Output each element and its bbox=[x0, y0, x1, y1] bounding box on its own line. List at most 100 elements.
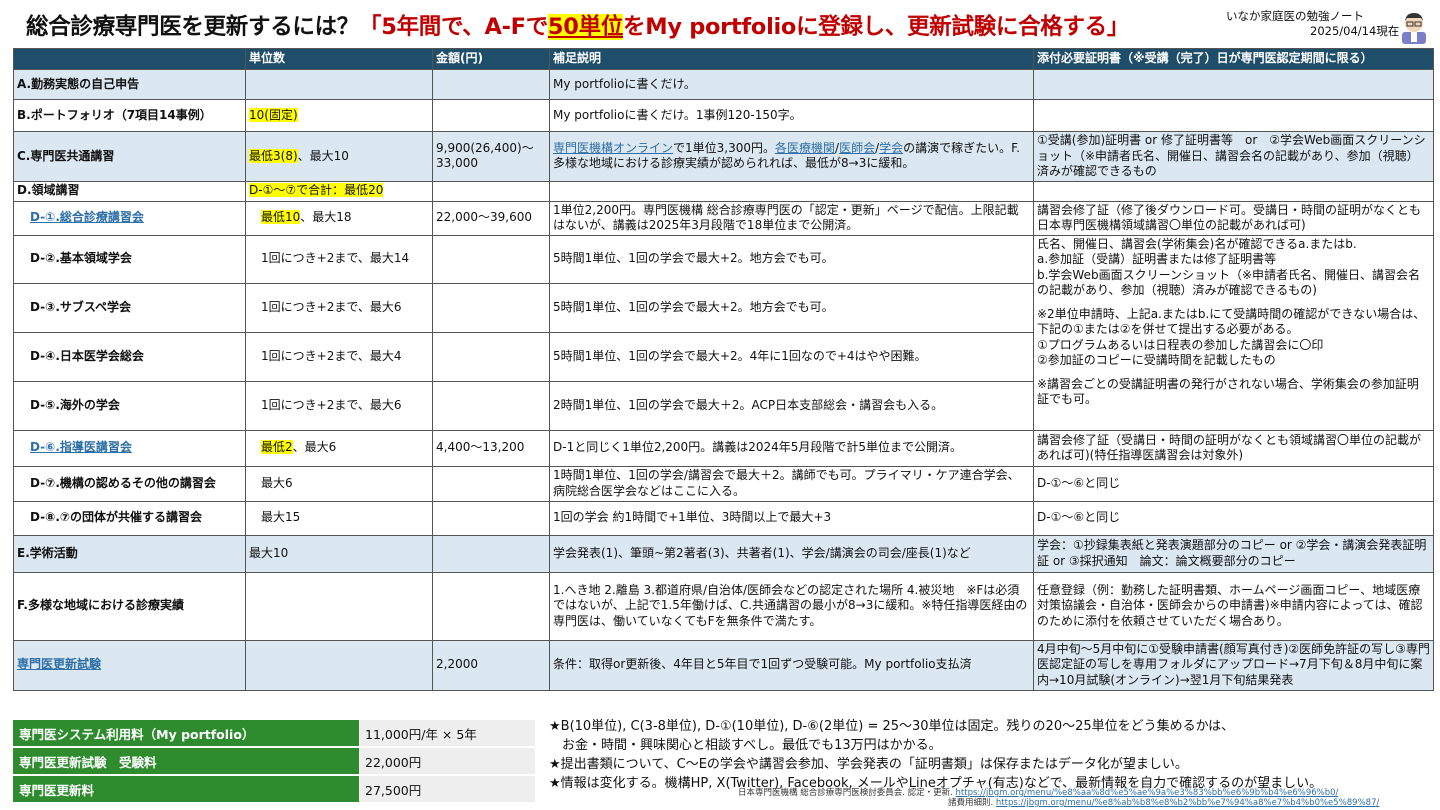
row-d8-name: D-⑧.⑦の団体が共催する講習会 bbox=[13, 500, 246, 536]
link-jmsb-online[interactable]: 専門医機構オンライン bbox=[553, 141, 673, 155]
fee-value: 27,500円 bbox=[359, 775, 535, 804]
row-exam-note: 条件：取得or更新後、4年目と5年目で1回ずつ受験可能。My portfolio… bbox=[549, 639, 1034, 691]
link-academic-society[interactable]: 学会 bbox=[879, 141, 903, 155]
row-d2-note: 5時間1単位、1回の学会で最大+2。地方会でも可。 bbox=[549, 234, 1034, 284]
row-c-note: 専門医機構オンラインで1単位3,300円。各医療機関/医師会/学会の講演で稼ぎた… bbox=[549, 131, 1034, 182]
row-d: D.領域講習 D-①～⑦で合計：最低20 bbox=[13, 180, 1434, 202]
source-1-label: 日本専門医機構 総合診療専門医検討委員会. 認定・更新. bbox=[738, 788, 953, 798]
source-2-link[interactable]: https://jbgm.org/menu/%e8%ab%b8%e8%b2%bb… bbox=[996, 798, 1379, 808]
site-name: いなか家庭医の勉強ノート bbox=[1226, 9, 1364, 23]
row-d2: D-②.基本領域学会 1回につき+2まで、最大14 5時間1単位、1回の学会で最… bbox=[13, 234, 1434, 431]
row-d5-note: 2時間1単位、1回の学会で最大＋2。ACP日本支部総会・講習会も入る。 bbox=[549, 380, 1034, 431]
row-d5-name: D-⑤.海外の学会 bbox=[13, 380, 246, 431]
row-d7-note: 1時間1単位、1回の学会/講習会で最大＋2。講師でも可。プライマリ・ケア連合学会… bbox=[549, 465, 1034, 502]
fee-row: 専門医更新料 27,500円 bbox=[13, 775, 535, 804]
row-a: A.勤務実態の自己申告 My portfolioに書くだけ。 bbox=[13, 69, 1434, 100]
row-e: E.学術活動 最大10 学会発表(1)、筆頭~第2著者(3)、共著者(1)、学会… bbox=[13, 534, 1434, 573]
page-title: 総合診療専門医を更新するには？「5年間で、A-Fで50単位をMy portfol… bbox=[26, 9, 1129, 41]
col-header-price: 金額(円) bbox=[432, 48, 550, 70]
col-header-notes: 補足説明 bbox=[549, 48, 1034, 70]
header-meta: いなか家庭医の勉強ノート 2025/04/14現在 bbox=[1226, 9, 1399, 39]
fee-value: 11,000円/年 × 5年 bbox=[359, 720, 535, 748]
row-e-name: E.学術活動 bbox=[13, 534, 246, 573]
title-main: 総合診療専門医を更新するには？ bbox=[26, 14, 360, 40]
row-d6-units: 最低2、最大6 bbox=[245, 429, 433, 467]
row-d1-price: 22,000～39,600 bbox=[432, 200, 550, 236]
row-d4-note: 5時間1単位、1回の学会で最大+2。4年に1回なので+4はやや困難。 bbox=[549, 331, 1034, 382]
row-exam: 専門医更新試験 2,2000 条件：取得or更新後、4年目と5年目で1回ずつ受験… bbox=[13, 639, 1434, 691]
fee-label: 専門医更新料 bbox=[13, 775, 359, 804]
requirements-table: 単位数 金額(円) 補足説明 添付必要証明書（※受講（完了）日が専門医認定期間に… bbox=[13, 48, 1434, 691]
row-c-cert: ①受講(参加)証明書 or 修了証明書等 or ②学会Web画面スクリーンショッ… bbox=[1033, 131, 1434, 182]
source-2-label: 諸費用細則. bbox=[948, 798, 994, 808]
row-d2to5-cert: 氏名、開催日、講習会(学術集会)名が確認できるa.またはb. a.参加証（受講）… bbox=[1033, 234, 1434, 431]
row-a-note: My portfolioに書くだけ。 bbox=[549, 69, 1034, 100]
link-general-medicine-course[interactable]: D-①.総合診療講習会 bbox=[30, 210, 144, 224]
row-d3-units: 1回につき+2まで、最大6 bbox=[245, 282, 433, 333]
link-medical-institutions[interactable]: 各医療機関 bbox=[775, 141, 835, 155]
fee-row: 専門医システム利用料（My portfolio） 11,000円/年 × 5年 bbox=[13, 720, 535, 748]
row-d3-note: 5時間1単位、1回の学会で最大+2。地方会でも可。 bbox=[549, 282, 1034, 333]
row-d-name: D.領域講習 bbox=[13, 180, 246, 202]
row-d7-units: 最大6 bbox=[245, 465, 433, 502]
row-d1: D-①.総合診療講習会 最低10、最大18 22,000～39,600 1単位2… bbox=[13, 200, 1434, 236]
note-line: お金・時間・興味関心と相談すべし。最低でも13万円はかかる。 bbox=[549, 738, 942, 753]
row-d4-name: D-④.日本医学会総会 bbox=[13, 331, 246, 382]
row-f-cert: 任意登録（例：勤務した証明書類、ホームページ画面コピー、地域医療対策協議会・自治… bbox=[1033, 571, 1434, 641]
note-line: ★提出書類について、C～Eの学会や講習会参加、学会発表の「証明書類」は保存または… bbox=[549, 757, 1188, 772]
note-line: ★B(10単位), C(3-8単位), D-①(10単位), D-⑥(2単位) … bbox=[549, 719, 1235, 734]
row-exam-price: 2,2000 bbox=[432, 639, 550, 691]
fee-row: 専門医更新試験 受験料 22,000円 bbox=[13, 747, 535, 776]
table-header-row: 単位数 金額(円) 補足説明 添付必要証明書（※受講（完了）日が専門医認定期間に… bbox=[13, 48, 1434, 70]
col-header-units: 単位数 bbox=[245, 48, 433, 70]
row-f: F.多様な地域における診療実績 1.へき地 2.離島 3.都道府県/自治体/医師… bbox=[13, 571, 1434, 641]
row-b-units: 10(固定) bbox=[249, 107, 298, 122]
fee-label: 専門医システム利用料（My portfolio） bbox=[13, 720, 359, 748]
source-1-link[interactable]: https://jbgm.org/menu/%e8%aa%8d%e5%ae%9a… bbox=[956, 788, 1339, 798]
row-exam-cert: 4月中旬～5月中旬に①受験申請書(顔写真付き)②医師免許証の写し③専門医認定証の… bbox=[1033, 639, 1434, 691]
header: 総合診療専門医を更新するには？「5年間で、A-Fで50単位をMy portfol… bbox=[0, 0, 1440, 46]
row-e-note: 学会発表(1)、筆頭~第2著者(3)、共著者(1)、学会/講演会の司会/座長(1… bbox=[549, 534, 1034, 573]
row-c: C.専門医共通講習 最低3(8)、最大10 9,900(26,400)～33,0… bbox=[13, 131, 1434, 182]
row-d1-note: 1単位2,200円。専門医機構 総合診療専門医の「認定・更新」ページで配信。上限… bbox=[549, 200, 1034, 236]
row-d1-cert: 講習会修了証（修了後ダウンロード可。受講日・時間の証明がなくとも日本専門医機構領… bbox=[1033, 200, 1434, 236]
title-quote-1: 「5年間で、A-Fで bbox=[359, 14, 548, 40]
link-instructor-course[interactable]: D-⑥.指導医講習会 bbox=[30, 440, 132, 454]
col-header-category bbox=[13, 48, 246, 70]
row-d3-name: D-③.サブスペ学会 bbox=[13, 282, 246, 333]
fee-label: 専門医更新試験 受験料 bbox=[13, 747, 359, 776]
title-highlight: 50単位 bbox=[547, 14, 624, 40]
row-d1-units: 最低10、最大18 bbox=[245, 200, 433, 236]
row-d2-name: D-②.基本領域学会 bbox=[13, 234, 246, 284]
row-c-price: 9,900(26,400)～33,000 bbox=[432, 131, 550, 182]
row-d4-units: 1回につき+2まで、最大4 bbox=[245, 331, 433, 382]
row-f-note: 1.へき地 2.離島 3.都道府県/自治体/医師会などの認定された場所 4.被災… bbox=[549, 571, 1034, 641]
row-d6: D-⑥.指導医講習会 最低2、最大6 4,400～13,200 D-1と同じく1… bbox=[13, 429, 1434, 467]
row-f-name: F.多様な地域における診療実績 bbox=[13, 571, 246, 641]
avatar-icon bbox=[1402, 13, 1426, 44]
row-b: B.ポートフォリオ（7項目14事例） 10(固定) My portfolioに書… bbox=[13, 99, 1434, 132]
row-d6-note: D-1と同じく1単位2,200円。講義は2024年5月段階で計5単位まで公開済。 bbox=[549, 429, 1034, 467]
row-b-name: B.ポートフォリオ（7項目14事例） bbox=[13, 99, 246, 132]
row-e-cert: 学会：①抄録集表紙と発表演題部分のコピー or ②学会・講演会発表証明証 or … bbox=[1033, 534, 1434, 573]
col-header-certificates: 添付必要証明書（※受講（完了）日が専門医認定期間に限る） bbox=[1033, 48, 1434, 70]
row-d5-units: 1回につき+2まで、最大6 bbox=[245, 380, 433, 431]
row-e-units: 最大10 bbox=[245, 534, 433, 573]
sources: 日本専門医機構 総合診療専門医検討委員会. 認定・更新. https://jbg… bbox=[738, 788, 1379, 808]
notes: ★B(10単位), C(3-8単位), D-①(10単位), D-⑥(2単位) … bbox=[549, 717, 1435, 793]
row-d8-note: 1回の学会 約1時間で+1単位、3時間以上で最大+3 bbox=[549, 500, 1034, 536]
row-d7-name: D-⑦.機構の認めるその他の講習会 bbox=[13, 465, 246, 502]
row-d7: D-⑦.機構の認めるその他の講習会 最大6 1時間1単位、1回の学会/講習会で最… bbox=[13, 465, 1434, 502]
row-b-note: My portfolioに書くだけ。1事例120-150字。 bbox=[549, 99, 1034, 132]
row-d8: D-⑧.⑦の団体が共催する講習会 最大15 1回の学会 約1時間で+1単位、3時… bbox=[13, 500, 1434, 536]
row-c-units: 最低3(8)、最大10 bbox=[245, 131, 433, 182]
row-d6-price: 4,400～13,200 bbox=[432, 429, 550, 467]
fees-table: 専門医システム利用料（My portfolio） 11,000円/年 × 5年 … bbox=[13, 720, 535, 804]
row-d8-units: 最大15 bbox=[245, 500, 433, 536]
row-a-name: A.勤務実態の自己申告 bbox=[13, 69, 246, 100]
date-label: 2025/04/14現在 bbox=[1310, 24, 1400, 38]
link-medical-association[interactable]: 医師会 bbox=[839, 141, 875, 155]
link-renewal-exam[interactable]: 専門医更新試験 bbox=[17, 657, 101, 671]
row-c-name: C.専門医共通講習 bbox=[13, 131, 246, 182]
row-d7-cert: D-①～⑥と同じ bbox=[1033, 465, 1434, 502]
